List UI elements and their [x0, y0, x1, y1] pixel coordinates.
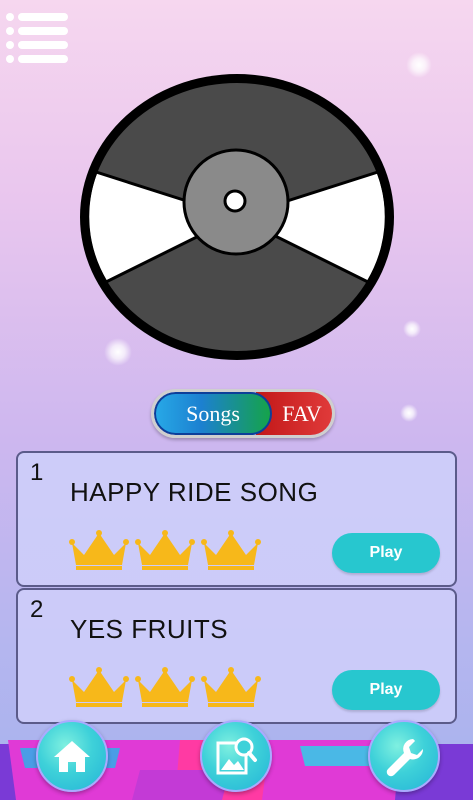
- crown-icon: [135, 667, 195, 707]
- crown-icon: [201, 530, 261, 570]
- play-button[interactable]: Play: [332, 533, 440, 573]
- tab-songs[interactable]: Songs: [154, 392, 272, 435]
- sparkle: [400, 404, 418, 422]
- home-icon: [54, 741, 90, 772]
- song-number: 2: [30, 596, 44, 623]
- crown-icon: [69, 667, 129, 707]
- crown-rating: [68, 666, 268, 710]
- image-search-icon: [216, 737, 257, 775]
- song-title: HAPPY RIDE SONG: [70, 477, 319, 507]
- wrench-icon: [386, 739, 424, 777]
- settings-button[interactable]: [368, 720, 440, 792]
- sparkle: [406, 52, 432, 78]
- song-number: 1: [30, 459, 44, 486]
- songs-fav-toggle: Songs FAV: [151, 389, 335, 438]
- vinyl-record-icon: [80, 74, 394, 360]
- crown-icon: [135, 530, 195, 570]
- play-button[interactable]: Play: [332, 670, 440, 710]
- gallery-search-button[interactable]: [200, 720, 272, 792]
- crown-icon: [69, 530, 129, 570]
- sparkle: [403, 320, 421, 338]
- song-title: YES FRUITS: [70, 614, 229, 644]
- menu-icon[interactable]: [6, 10, 70, 66]
- song-card: 1 HAPPY RIDE SONG Play: [16, 451, 457, 587]
- song-card: 2 YES FRUITS Play: [16, 588, 457, 724]
- home-button[interactable]: [36, 720, 108, 792]
- crown-icon: [201, 667, 261, 707]
- crown-rating: [68, 529, 268, 573]
